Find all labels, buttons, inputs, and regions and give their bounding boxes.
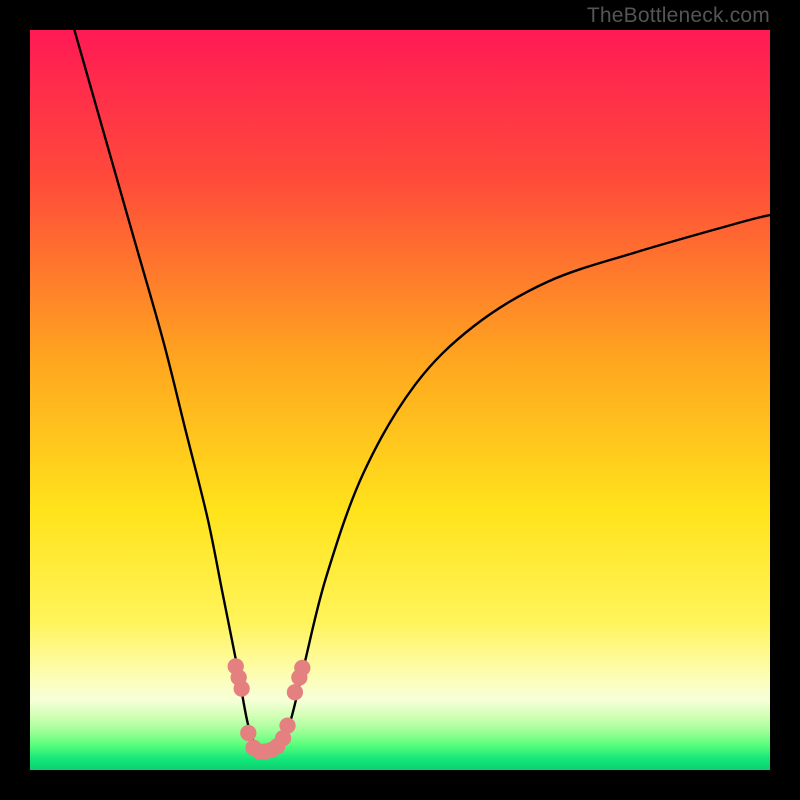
marker-dot <box>287 684 303 700</box>
marker-dot <box>294 660 310 676</box>
watermark-text: TheBottleneck.com <box>587 4 770 28</box>
outer-frame: TheBottleneck.com <box>0 0 800 800</box>
chart-svg <box>30 30 770 770</box>
plot-area <box>30 30 770 770</box>
marker-dot <box>234 680 250 696</box>
marker-dot <box>240 725 256 741</box>
gradient-background <box>30 30 770 770</box>
marker-dot <box>279 717 295 733</box>
